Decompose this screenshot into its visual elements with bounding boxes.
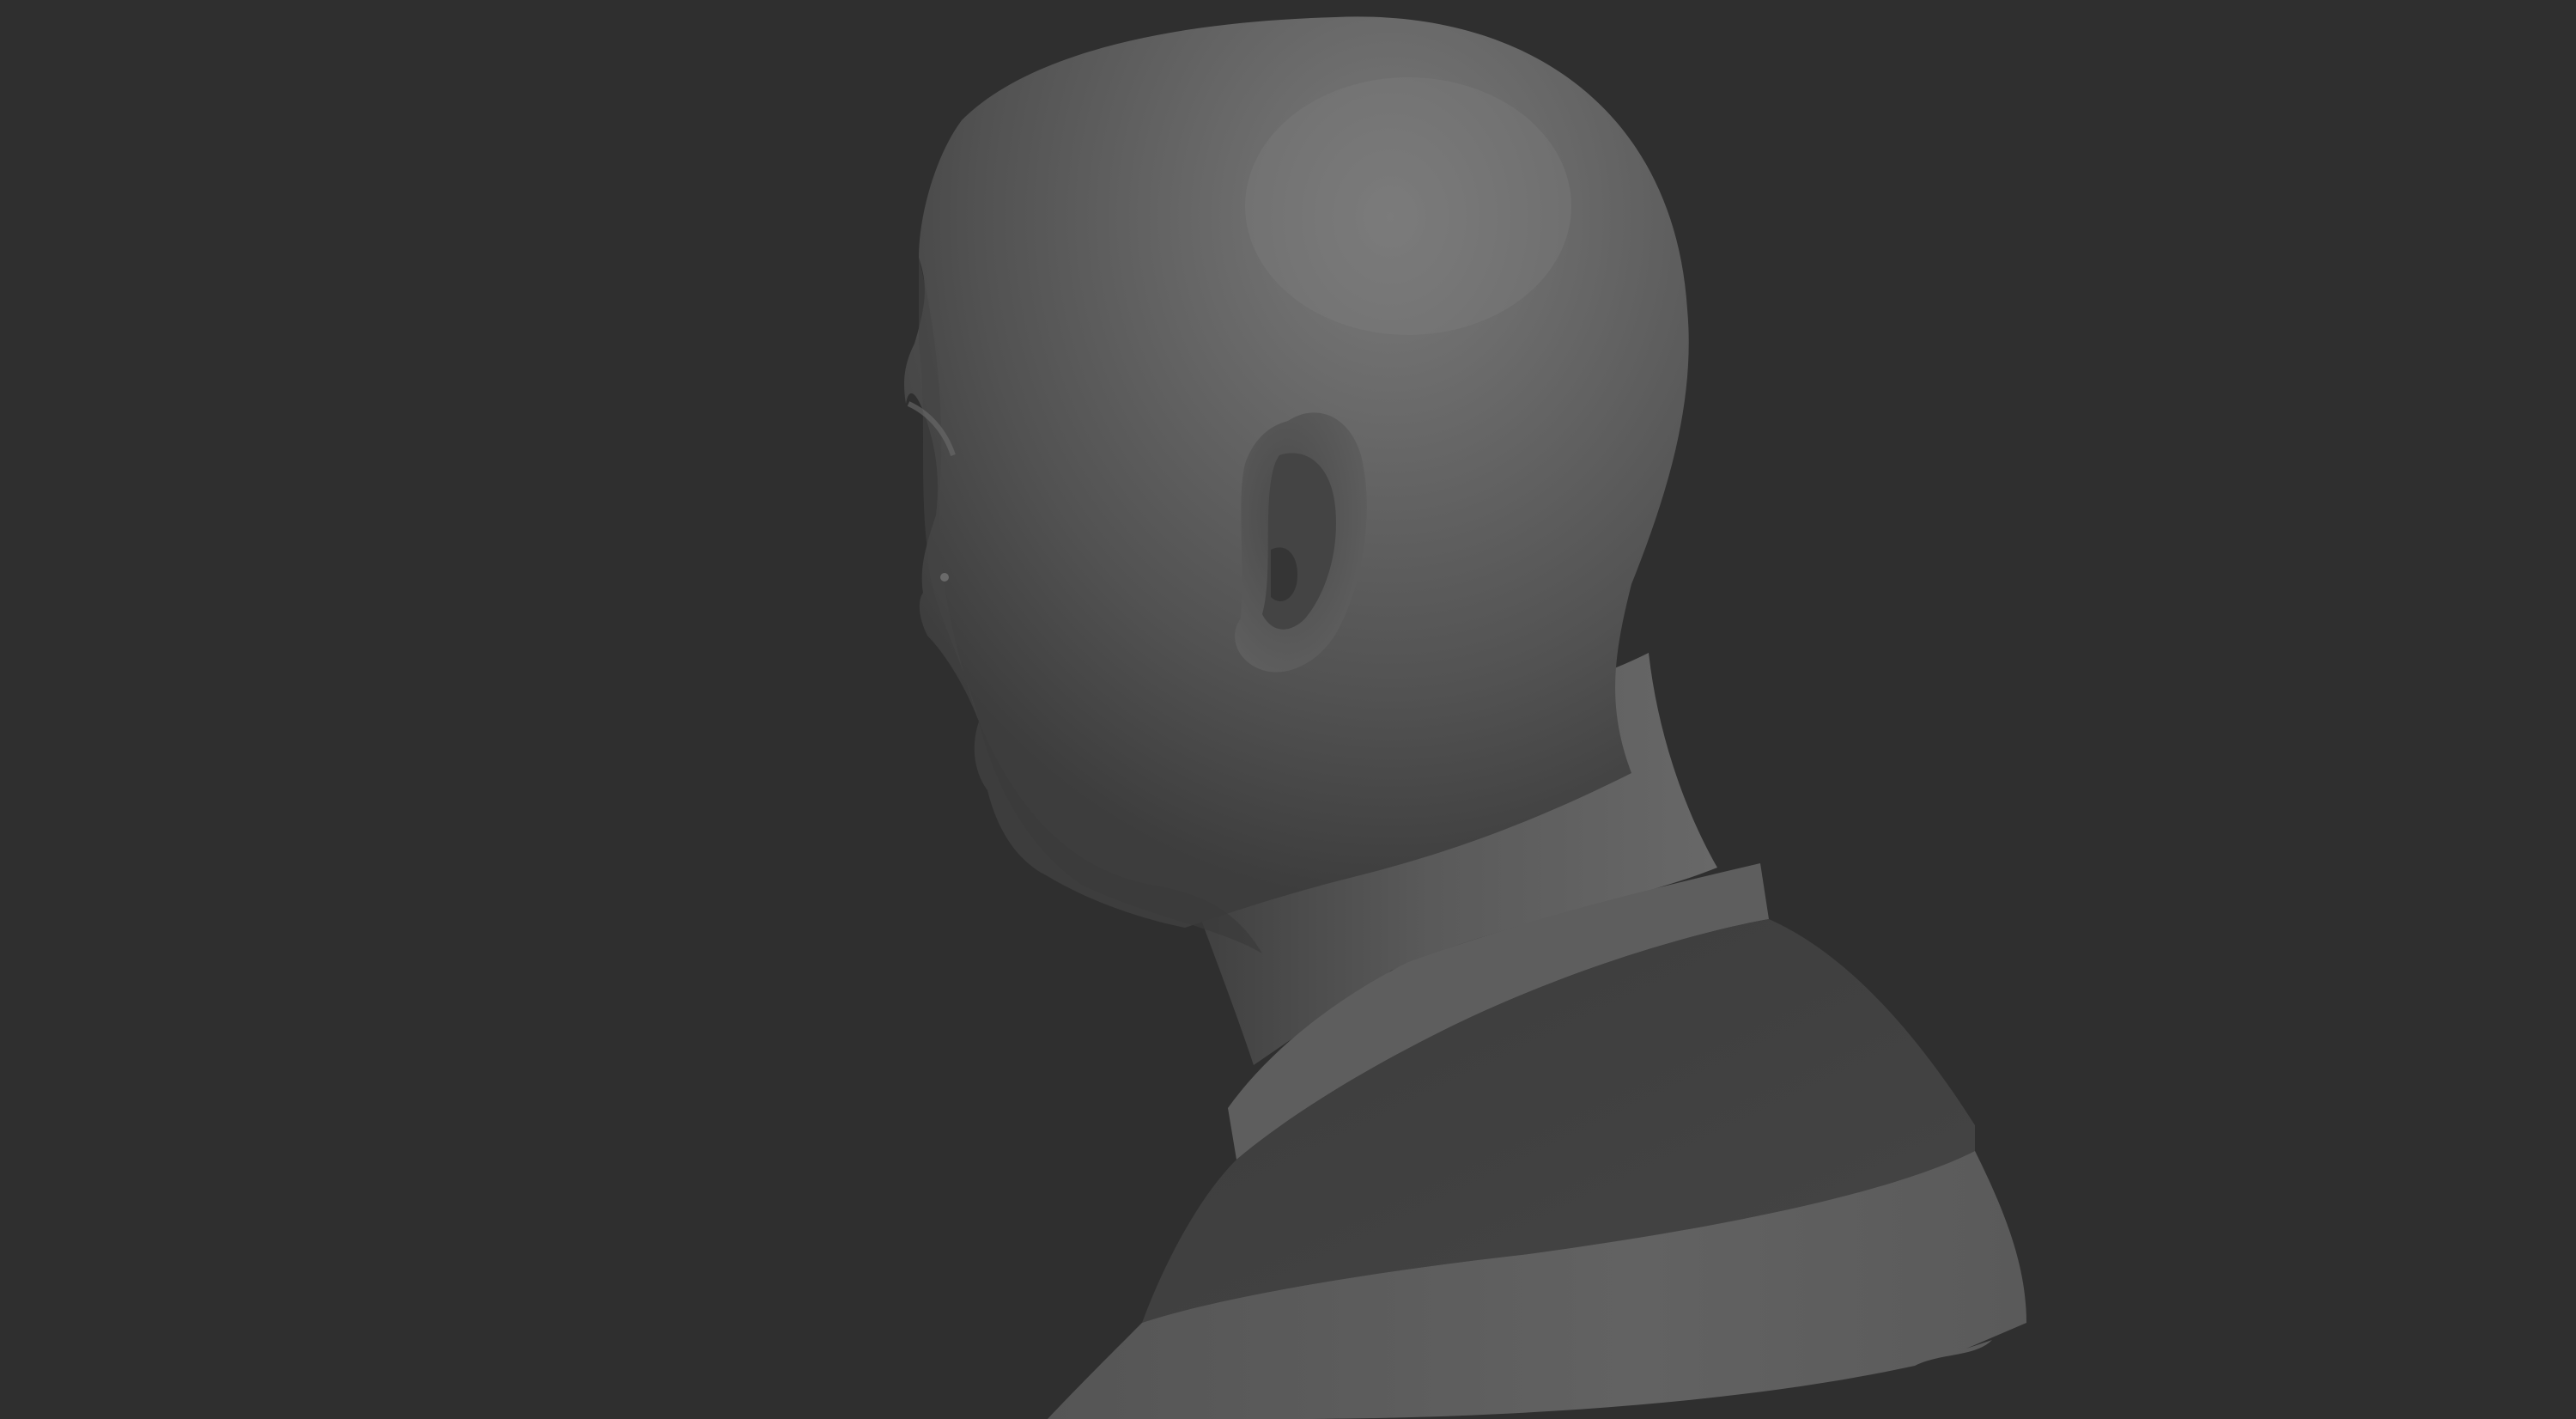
skull-highlight [1245,77,1571,335]
sculpt-viewport[interactable] [0,0,2576,1419]
model-render[interactable] [0,0,2576,1419]
nose-bump [940,573,949,582]
